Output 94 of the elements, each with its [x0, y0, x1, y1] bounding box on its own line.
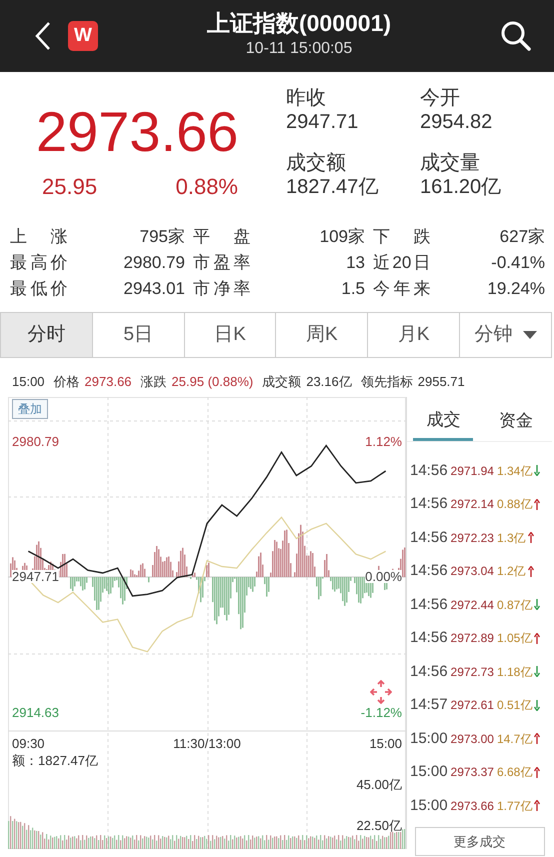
axis-label: 2914.63 — [12, 706, 59, 718]
trade-time: 14:56 — [410, 528, 448, 548]
page-title: 上证指数(000001) — [206, 11, 392, 37]
trade-price: 2973.66 — [450, 798, 494, 815]
volume-total: 额：1827.47亿 — [12, 754, 98, 766]
stat-label: 市盈率 — [193, 252, 251, 274]
trade-price: 2971.94 — [450, 462, 494, 480]
axis-percent: 0.00% — [365, 570, 402, 583]
stat-value: 109家 — [318, 226, 366, 248]
time-label: 15:00 — [369, 736, 402, 750]
chart-tab[interactable]: 分时 — [1, 313, 93, 357]
stat-value: 19.24% — [486, 278, 546, 300]
info-value: 2955.71 — [418, 373, 465, 391]
trade-price: 2972.61 — [450, 697, 494, 714]
trade-price: 2972.14 — [450, 496, 494, 514]
stat-value: 627家 — [498, 226, 546, 248]
stat-value: 2947.71 — [286, 110, 360, 135]
price-change: 25.95 — [42, 173, 98, 201]
trade-time: 14:56 — [410, 662, 448, 682]
trade-price: 2972.44 — [450, 596, 494, 614]
time-label: 11:30/13:00 — [173, 736, 241, 750]
caret-icon — [522, 330, 537, 339]
stat-label: 成交额 — [286, 151, 347, 175]
trade-time: 14:56 — [410, 494, 448, 514]
trade-price: 2973.00 — [450, 730, 494, 748]
stat-label: 平 盘 — [193, 226, 251, 248]
trade-time: 14:56 — [410, 594, 448, 614]
axis-percent: -1.12% — [360, 706, 402, 718]
volume-tick: 45.00亿 — [356, 778, 402, 790]
trade-amount: 1.18亿 — [496, 664, 532, 681]
trade-amount: 1.05亿 — [496, 630, 532, 648]
trade-amount: 1.2亿 — [496, 563, 526, 580]
time-label: 09:30 — [12, 736, 45, 750]
update-time: 10-11 15:00:05 — [244, 38, 354, 59]
index-price: 2973.66 — [36, 104, 240, 160]
trade-amount: 1.77亿 — [496, 798, 532, 815]
more-trades-button[interactable]: 更多成交 — [414, 826, 544, 856]
trade-amount: 1.34亿 — [496, 462, 532, 480]
panel-tab[interactable]: 成交 — [413, 402, 474, 441]
stat-value: 2980.79 — [122, 252, 185, 274]
info-label: 涨跌 — [140, 373, 167, 391]
volume-tick: 22.50亿 — [356, 818, 402, 832]
trade-amount: 6.68亿 — [496, 764, 532, 782]
stat-label: 成交量 — [420, 151, 481, 175]
axis-label: 2980.79 — [12, 434, 59, 448]
stat-value: -0.41% — [490, 252, 546, 274]
trade-amount: 0.51亿 — [496, 697, 532, 714]
stat-value: 2954.82 — [420, 110, 494, 135]
trade-time: 14:56 — [410, 460, 448, 480]
info-label: 成交额 — [262, 373, 302, 391]
axis-percent: 1.12% — [365, 434, 402, 448]
stat-label: 昨收 — [286, 86, 327, 110]
info-label: 领先指标 — [360, 373, 413, 391]
stat-label: 下 跌 — [373, 226, 431, 248]
trade-amount: 14.7亿 — [496, 730, 532, 748]
info-value: 2973.66 — [84, 373, 132, 391]
trade-time: 14:56 — [410, 561, 448, 581]
trade-price: 2973.37 — [450, 764, 494, 782]
stat-value: 161.20亿 — [420, 175, 502, 200]
stat-value: 1827.47亿 — [286, 175, 380, 200]
stat-value: 2943.01 — [122, 278, 185, 300]
fullscreen-icon[interactable] — [370, 680, 392, 704]
trade-price: 2972.89 — [450, 630, 494, 648]
stat-label: 最高价 — [10, 252, 68, 274]
info-label: 价格 — [54, 373, 80, 391]
stat-label: 今年来 — [373, 278, 431, 300]
stat-value: 13 — [345, 252, 366, 274]
stat-label: 近20日 — [373, 252, 431, 274]
trade-amount: 0.88亿 — [496, 496, 532, 514]
change-percent: 0.88% — [176, 173, 238, 201]
trade-amount: 1.3亿 — [496, 530, 526, 547]
info-value: 23.16亿 — [306, 373, 352, 391]
search-icon[interactable] — [500, 20, 532, 52]
trade-time: 15:00 — [410, 728, 448, 748]
trade-time: 14:57 — [410, 695, 448, 715]
app-logo: W — [68, 21, 98, 51]
stat-label: 最低价 — [10, 278, 68, 300]
panel-tab[interactable]: 资金 — [486, 402, 546, 441]
stat-label: 上 涨 — [10, 226, 68, 248]
trade-time: 15:00 — [410, 796, 448, 816]
back-icon[interactable] — [34, 21, 52, 51]
axis-label: 2947.71 — [12, 570, 59, 583]
trade-time: 15:00 — [410, 762, 448, 782]
info-value: 25.95 (0.88%) — [172, 373, 254, 391]
info-time: 15:00 — [12, 373, 45, 391]
stat-value: 795家 — [138, 226, 185, 248]
stat-label: 市净率 — [193, 278, 251, 300]
trade-amount: 0.87亿 — [496, 596, 532, 614]
stat-value: 1.5 — [340, 278, 366, 300]
trade-price: 2972.23 — [450, 530, 494, 547]
trade-price: 2973.04 — [450, 563, 494, 580]
stat-label: 今开 — [420, 86, 461, 110]
trade-price: 2972.73 — [450, 664, 494, 681]
trade-time: 14:56 — [410, 628, 448, 648]
